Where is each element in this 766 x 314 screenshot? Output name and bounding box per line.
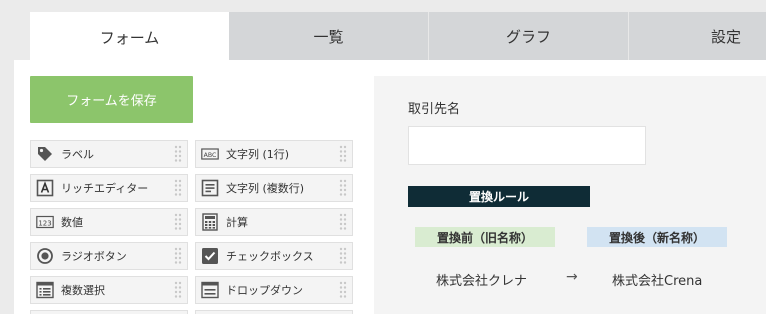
before-name-header: 置換前（旧名称） [415,227,555,247]
palette-item-text: チェックボックス [226,250,314,263]
drag-handle-icon[interactable] [173,280,183,300]
tab-graph[interactable]: グラフ [429,12,629,60]
tab-label: 一覧 [313,27,344,46]
palette-item-calculation[interactable]: 計算 [195,208,353,236]
save-form-button[interactable]: フォームを保存 [30,76,193,123]
palette-item-text: ラベル [61,148,94,161]
multi-line-text-icon [201,179,219,197]
multi-select-icon [36,281,54,299]
palette-item-radio[interactable]: ラジオボタン [30,242,188,270]
single-line-text-icon: ABC [201,145,219,163]
svg-text:ABC: ABC [204,152,217,159]
drag-handle-icon[interactable] [173,212,183,232]
client-name-input[interactable] [408,126,646,165]
palette-item-partial[interactable] [195,310,353,314]
checkbox-icon [201,247,219,265]
palette-item-checkbox[interactable]: チェックボックス [195,242,353,270]
calculator-icon [201,213,219,231]
palette-item-multi-select[interactable]: 複数選択 [30,276,188,304]
palette-item-text: リッチエディター [61,182,149,195]
form-editor-panel: フォームを保存 ラベル リッチエディター 123 数値 ラジオボタン 複数選択 [14,60,766,314]
palette-item-text: 計算 [226,216,248,229]
drag-handle-icon[interactable] [338,246,348,266]
drag-handle-icon[interactable] [338,280,348,300]
replace-rule-header: 置換ルール [408,186,590,207]
dropdown-icon [201,281,219,299]
drag-handle-icon[interactable] [338,144,348,164]
palette-item-text: 文字列 (1行) [226,148,290,161]
svg-text:123: 123 [38,219,51,227]
rich-text-icon [36,179,54,197]
after-name-header: 置換後（新名称） [587,227,727,247]
form-canvas: 取引先名 置換ルール 置換前（旧名称） 置換後（新名称） 株式会社クレナ → 株… [374,76,766,314]
palette-item-text: 数値 [61,216,83,229]
palette-item-text: 複数選択 [61,284,105,297]
drag-handle-icon[interactable] [173,246,183,266]
arrow-icon: → [566,269,578,285]
before-name-value: 株式会社クレナ [436,274,528,289]
tab-list[interactable]: 一覧 [229,12,429,60]
number-icon: 123 [36,213,54,231]
palette-item-dropdown[interactable]: ドロップダウン [195,276,353,304]
tag-icon [36,145,54,163]
drag-handle-icon[interactable] [338,178,348,198]
radio-icon [36,247,54,265]
drag-handle-icon[interactable] [173,144,183,164]
palette-item-text: 文字列 (複数行) [226,182,305,195]
tab-form[interactable]: フォーム [30,12,229,62]
palette-item-rich-editor[interactable]: リッチエディター [30,174,188,202]
palette-item-label[interactable]: ラベル [30,140,188,168]
palette-item-text: ドロップダウン [226,284,303,297]
tab-label: グラフ [505,27,551,46]
after-name-value: 株式会社Crena [612,274,703,289]
palette-item-partial[interactable] [30,310,188,314]
tab-settings[interactable]: 設定 [629,12,766,60]
palette-item-multi-line-text[interactable]: 文字列 (複数行) [195,174,353,202]
palette-item-single-line-text[interactable]: ABC 文字列 (1行) [195,140,353,168]
field-label-client-name: 取引先名 [408,102,461,117]
tab-bar: フォーム 一覧 グラフ 設定 [30,12,766,62]
palette-item-text: ラジオボタン [61,250,127,263]
tab-label: フォーム [99,28,160,47]
drag-handle-icon[interactable] [173,178,183,198]
tab-label: 設定 [711,27,742,46]
palette-item-number[interactable]: 123 数値 [30,208,188,236]
drag-handle-icon[interactable] [338,212,348,232]
